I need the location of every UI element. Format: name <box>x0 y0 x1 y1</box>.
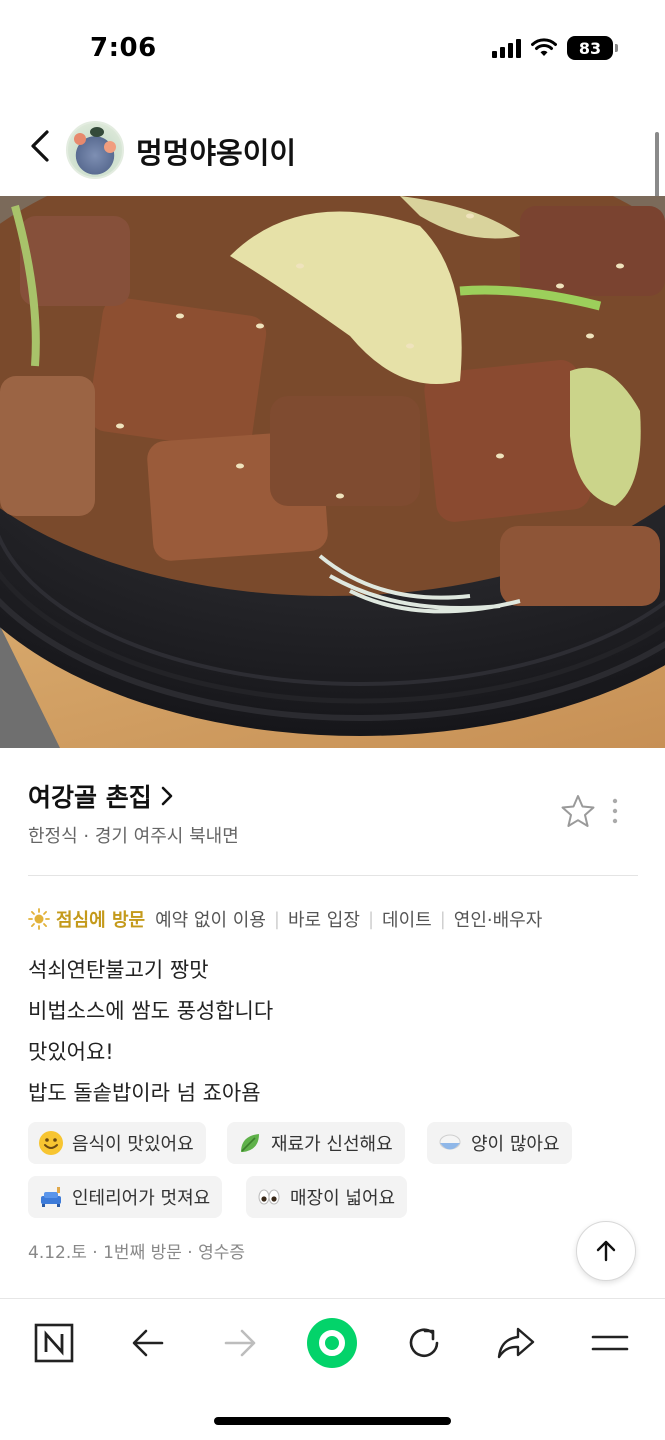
status-time: 7:06 <box>90 33 157 63</box>
tag-label: 양이 많아요 <box>471 1134 560 1155</box>
sofa-icon <box>38 1184 64 1210</box>
tag-label: 음식이 맛있어요 <box>72 1134 194 1155</box>
status-bar: 7:06 83 <box>0 0 665 100</box>
tag-label: 재료가 신선해요 <box>271 1134 393 1155</box>
food-photo[interactable] <box>0 196 665 748</box>
tag-chip: 양이 많아요 <box>427 1122 572 1164</box>
visit-keywords: 점심에 방문 예약 없이 이용 | 바로 입장 | 데이트 | 연인·배우자 <box>28 906 542 932</box>
visit-info: 4.12.토 · 1번째 방문 · 영수증 <box>28 1243 246 1263</box>
smile-emoji-icon <box>38 1130 64 1156</box>
refresh-icon[interactable] <box>396 1315 452 1371</box>
avatar[interactable] <box>66 121 124 179</box>
leaf-icon <box>237 1130 263 1156</box>
chevron-left-icon[interactable] <box>22 126 62 166</box>
status-icons: 83 <box>492 36 618 60</box>
tag-chip: 인테리어가 멋져요 <box>28 1176 223 1218</box>
review-line: 맛있어요! <box>28 1040 114 1064</box>
green-dot-icon[interactable] <box>304 1315 360 1371</box>
tag-label: 매장이 넓어요 <box>290 1188 396 1209</box>
post-header: 멍멍야옹이이 <box>0 110 665 200</box>
menu-icon[interactable] <box>582 1315 638 1371</box>
tag-chip: 재료가 신선해요 <box>227 1122 405 1164</box>
keyword-item: 연인·배우자 <box>453 910 543 931</box>
battery-icon: 83 <box>567 36 618 60</box>
divider <box>28 875 638 876</box>
keyword-separator: | <box>273 908 280 930</box>
keyword-item: 예약 없이 이용 <box>155 910 266 931</box>
keyword-separator: | <box>439 908 446 930</box>
wifi-icon <box>531 38 557 56</box>
review-line: 석쇠연탄불고기 짱맛 <box>28 958 209 982</box>
tag-chip: 음식이 맛있어요 <box>28 1122 206 1164</box>
visit-time: 점심에 방문 <box>28 906 145 932</box>
place-name-link[interactable]: 여강골 촌집 <box>28 778 174 814</box>
sun-icon <box>28 908 50 930</box>
back-arrow-icon[interactable] <box>120 1315 176 1371</box>
star-outline-icon[interactable] <box>560 794 596 828</box>
keyword-separator: | <box>367 908 375 930</box>
share-icon[interactable] <box>488 1315 544 1371</box>
arrow-up-icon <box>596 1240 616 1262</box>
scroll-to-top-button[interactable] <box>576 1221 636 1281</box>
keyword-item: 데이트 <box>382 910 432 931</box>
place-meta: 한정식 · 경기 여주시 북내면 <box>28 826 239 847</box>
tag-label: 인테리어가 멋져요 <box>72 1188 211 1209</box>
battery-level: 83 <box>578 38 602 58</box>
forward-arrow-icon[interactable] <box>212 1315 268 1371</box>
review-line: 밥도 돌솥밥이라 넘 죠아욤 <box>28 1081 261 1105</box>
rice-bowl-icon <box>437 1130 463 1156</box>
tag-chip: 매장이 넓어요 <box>246 1176 408 1218</box>
signal-icon <box>492 38 521 58</box>
visit-time-label: 점심에 방문 <box>56 910 146 931</box>
chevron-right-icon <box>161 786 173 806</box>
more-vertical-icon[interactable] <box>605 796 625 826</box>
review-line: 비법소스에 쌈도 풍성합니다 <box>28 999 274 1023</box>
scrollbar <box>655 132 659 200</box>
author-name[interactable]: 멍멍야옹이이 <box>136 130 296 172</box>
keyword-item: 바로 입장 <box>287 910 360 931</box>
naver-home-icon[interactable] <box>26 1315 82 1371</box>
home-indicator[interactable] <box>214 1417 451 1425</box>
place-name: 여강골 촌집 <box>28 783 152 812</box>
eyes-icon <box>256 1184 282 1210</box>
